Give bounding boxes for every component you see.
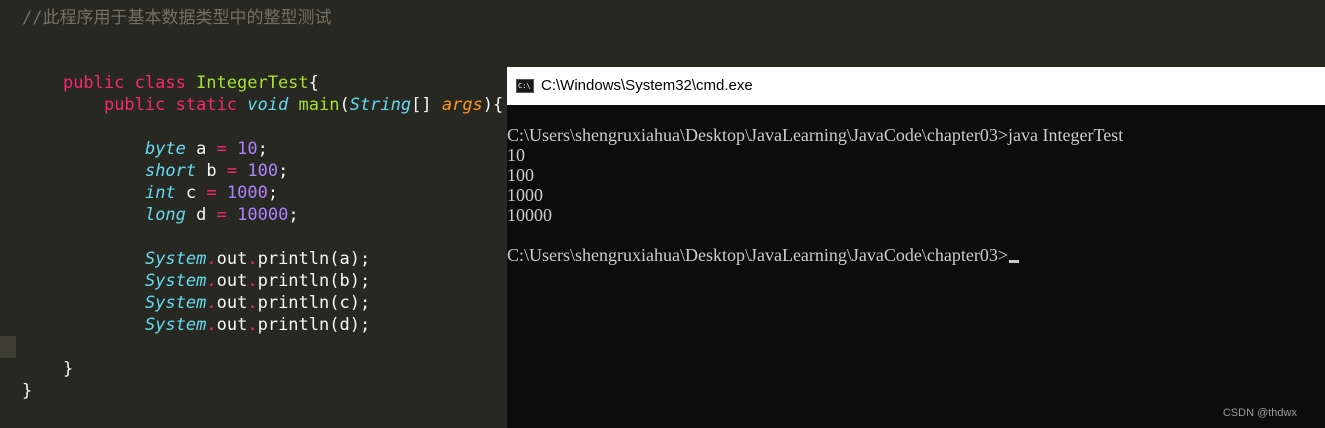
- assign-op: =: [216, 205, 227, 225]
- cmd-output-line: 100: [507, 165, 534, 185]
- keyword-static: static: [175, 95, 238, 115]
- out-field: out: [216, 315, 248, 335]
- cmd-titlebar[interactable]: C:\ C:\Windows\System32\cmd.exe: [507, 67, 1325, 105]
- semicolon: ;: [288, 205, 299, 225]
- var-value: 10000: [237, 205, 289, 225]
- cmd-window[interactable]: C:\ C:\Windows\System32\cmd.exe C:\Users…: [507, 67, 1325, 428]
- code-line-decl: long d = 10000;: [104, 182, 299, 225]
- var-name: d: [185, 205, 217, 225]
- semicolon: ;: [278, 161, 289, 181]
- code-line-main-method: public static void main(String[] args){: [63, 72, 503, 115]
- cmd-output-line: C:\Users\shengruxiahua\Desktop\JavaLearn…: [507, 125, 1124, 145]
- code-line-println: System.out.println(a);: [104, 226, 370, 269]
- code-line-decl: int c = 1000;: [104, 160, 278, 203]
- current-line-marker: [0, 336, 16, 358]
- cmd-prompt: C:\Users\shengruxiahua\Desktop\JavaLearn…: [507, 245, 1009, 265]
- cmd-output-line: 10: [507, 145, 525, 165]
- code-line-decl: byte a = 10;: [104, 116, 268, 159]
- system-class: System: [144, 315, 207, 335]
- cmd-icon[interactable]: C:\: [516, 79, 534, 93]
- cmd-output[interactable]: C:\Users\shengruxiahua\Desktop\JavaLearn…: [507, 125, 1325, 265]
- open-paren: (: [339, 95, 350, 115]
- watermark: CSDN @thdwx: [1222, 407, 1297, 419]
- code-line-println: System.out.println(c);: [104, 270, 370, 313]
- close-paren-brace: ){: [482, 95, 504, 115]
- code-line-println: System.out.println(b);: [104, 248, 370, 291]
- return-type: void: [247, 95, 289, 115]
- code-comment: //此程序用于基本数据类型中的整型测试: [22, 8, 332, 28]
- code-line-class-declaration: public class IntegerTest{: [22, 50, 319, 93]
- dot: .: [206, 315, 217, 335]
- text-cursor: [1009, 260, 1020, 263]
- keyword-public: public: [103, 95, 166, 115]
- cmd-prompt-line[interactable]: C:\Users\shengruxiahua\Desktop\JavaLearn…: [507, 245, 1325, 265]
- var-type: long: [144, 205, 186, 225]
- cmd-window-title: C:\Windows\System32\cmd.exe: [541, 77, 753, 94]
- param-type: String: [349, 95, 412, 115]
- method-name: main: [298, 95, 340, 115]
- code-line-println: System.out.println(d);: [104, 292, 370, 335]
- cmd-output-line: 10000: [507, 205, 552, 225]
- cmd-output-line: [507, 225, 1325, 245]
- array-brackets: []: [411, 95, 442, 115]
- close-brace-class: }: [22, 381, 33, 401]
- close-brace-main: }: [63, 359, 74, 379]
- param-name: args: [441, 95, 483, 115]
- dot: .: [247, 315, 258, 335]
- cmd-output-line: 1000: [507, 185, 543, 205]
- println-call: println(d);: [257, 315, 371, 335]
- code-line-decl: short b = 100;: [104, 138, 288, 181]
